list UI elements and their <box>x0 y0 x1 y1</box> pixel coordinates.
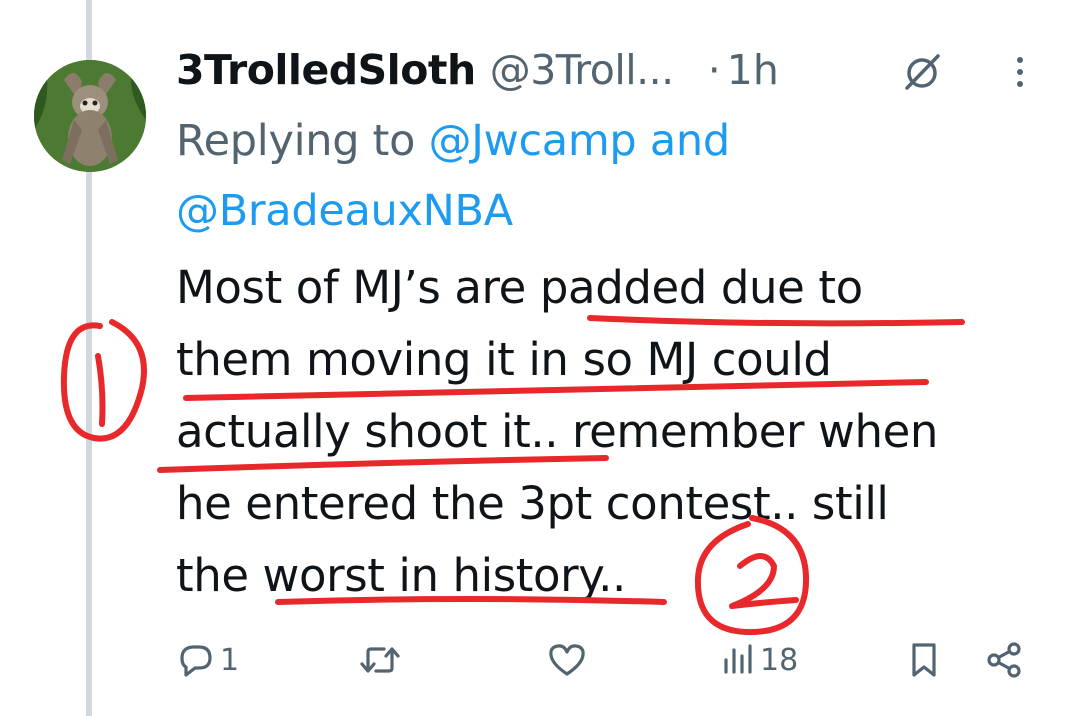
share-button[interactable] <box>984 630 1024 690</box>
grok-icon[interactable] <box>900 50 944 94</box>
tweet-text-line: them moving it in so MJ could <box>176 333 832 386</box>
views-icon <box>724 644 752 674</box>
mark-1-glyph <box>95 353 106 427</box>
tweet-text: Most of MJ’s are padded due to them movi… <box>176 252 1056 612</box>
timestamp[interactable]: 1h <box>727 46 779 94</box>
reply-count: 1 <box>220 642 240 678</box>
like-icon <box>549 644 585 676</box>
tweet-text-line: the worst in history.. <box>176 549 626 602</box>
tweet-text-line: he entered the 3pt contest.. still <box>176 477 889 530</box>
bookmark-icon <box>912 643 936 677</box>
views-count: 18 <box>760 642 799 678</box>
avatar[interactable] <box>34 60 146 172</box>
tweet-text-line: Most of MJ’s are padded due to <box>176 261 863 314</box>
reply-icon <box>180 645 212 677</box>
share-icon <box>987 642 1021 678</box>
replying-prefix: Replying to <box>176 116 416 166</box>
views-button[interactable]: 18 <box>720 630 798 690</box>
replying-to: Replying to @Jwcamp and @BradeauxNBA <box>176 106 1056 246</box>
reply-mention-bradeauxnba[interactable]: @BradeauxNBA <box>176 186 513 236</box>
mark-2-text: 2 <box>0 0 1 1</box>
reply-and: and <box>649 116 730 166</box>
bookmark-button[interactable] <box>908 630 940 690</box>
separator-dot: · <box>707 46 721 94</box>
retweet-icon <box>360 647 400 673</box>
like-button[interactable] <box>546 630 592 690</box>
retweet-button[interactable] <box>358 630 406 690</box>
tweet-actions: 1 18 <box>176 630 1036 690</box>
reply-button[interactable]: 1 <box>176 630 239 690</box>
tweet-text-line: actually shoot it.. remember when <box>176 405 938 458</box>
user-handle[interactable]: @3Troll... <box>490 46 675 94</box>
more-icon[interactable] <box>1008 52 1032 92</box>
mark-1-text: 1 <box>0 0 1 1</box>
display-name[interactable]: 3TrolledSloth <box>176 46 476 94</box>
tweet-header: 3TrolledSloth @3Troll... · 1h <box>176 38 1056 102</box>
circle-mark-1 <box>60 319 147 442</box>
reply-mention-jwcamp[interactable]: @Jwcamp <box>429 116 637 166</box>
